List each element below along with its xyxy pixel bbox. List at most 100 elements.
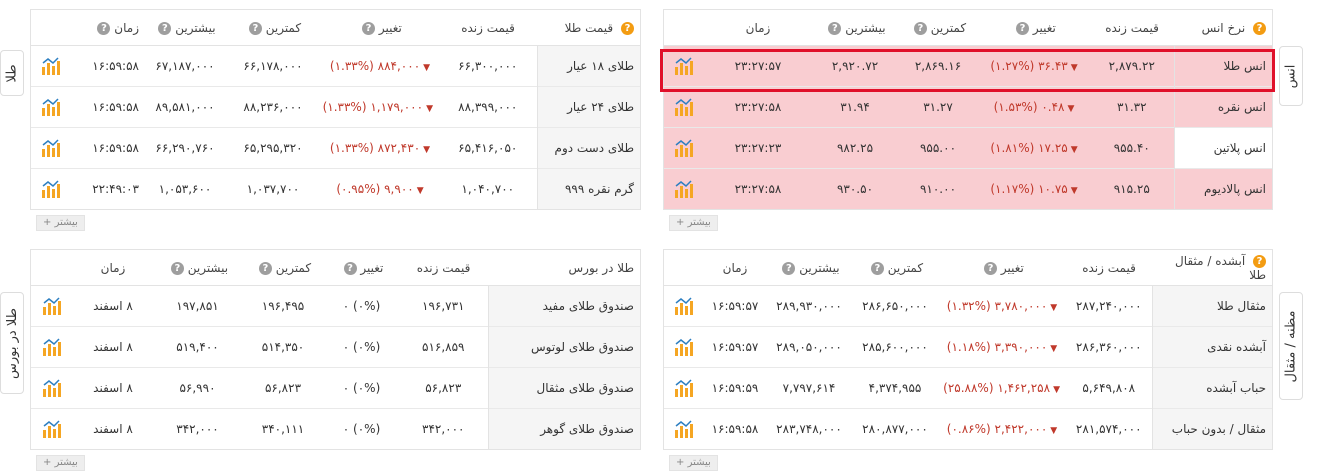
chart-icon[interactable]	[674, 57, 694, 75]
table-row[interactable]: آبشده نقدی ۲۸۶,۳۶۰,۰۰۰ ▼۳,۳۹۰,۰۰۰ (۱.۱۸%…	[664, 326, 1272, 368]
ounce-price-panel: ? نرخ انس قیمت زنده تغییر ? کمترین ? بیش…	[663, 9, 1273, 210]
more-button-bourse[interactable]: + بیشتر	[36, 455, 85, 471]
row-name[interactable]: طلای ۲۴ عیار	[536, 86, 640, 128]
row-name[interactable]: انس نقره	[1173, 86, 1272, 128]
more-button-ounce[interactable]: + بیشتر	[669, 215, 718, 231]
help-icon[interactable]: ?	[248, 21, 262, 35]
help-icon[interactable]: ?	[870, 261, 884, 275]
table-row[interactable]: صندوق طلای لوتوس ۵۱۶,۸۵۹ (۰%) ۰ ۵۱۴,۳۵۰ …	[31, 326, 640, 368]
row-chart[interactable]	[31, 46, 71, 87]
chart-icon[interactable]	[41, 57, 61, 75]
more-button-mesghal[interactable]: + بیشتر	[669, 455, 718, 471]
row-change: ▼۱,۴۶۲,۲۵۸ (۲۵.۸۸%)	[938, 367, 1066, 409]
row-name[interactable]: صندوق طلای لوتوس	[487, 326, 640, 368]
chart-icon[interactable]	[674, 98, 694, 116]
row-name[interactable]: گرم نقره ۹۹۹	[536, 168, 640, 209]
chart-icon[interactable]	[42, 379, 62, 397]
row-chart[interactable]	[31, 127, 71, 169]
table-row[interactable]: طلای ۱۸ عیار ۶۶,۳۰۰,۰۰۰ ▼۸۸۴,۰۰۰ (۱.۳۳%)…	[31, 45, 640, 87]
table-row[interactable]: انس پالادیوم ۹۱۵.۲۵ ▼۱۰.۷۵ (۱.۱۷%) ۹۱۰.۰…	[664, 168, 1272, 209]
chart-icon[interactable]	[41, 139, 61, 157]
row-chart[interactable]	[664, 326, 704, 368]
table-row[interactable]: صندوق طلای مثقال ۵۶,۸۲۳ (۰%) ۰ ۵۶,۸۲۳ ۵۶…	[31, 367, 640, 409]
row-chart[interactable]	[664, 367, 704, 409]
table-row[interactable]: انس پلاتین ۹۵۵.۴۰ ▼۱۷.۲۵ (۱.۸۱%) ۹۵۵.۰۰ …	[664, 127, 1272, 169]
help-icon[interactable]: ?	[913, 21, 927, 35]
table-row[interactable]: صندوق طلای گوهر ۳۴۲,۰۰۰ (۰%) ۰ ۳۴۰,۱۱۱ ۳…	[31, 408, 640, 449]
chevron-down-icon: ▼	[1070, 186, 1078, 196]
chart-icon[interactable]	[41, 180, 61, 198]
help-icon[interactable]: ?	[97, 21, 111, 35]
tab-mesghal[interactable]: مظنه / مثقال	[1279, 292, 1303, 400]
help-icon[interactable]: ?	[258, 261, 272, 275]
chart-icon[interactable]	[674, 180, 694, 198]
row-name[interactable]: صندوق طلای مثقال	[487, 367, 640, 409]
row-chart[interactable]	[664, 86, 704, 128]
tab-gold[interactable]: طلا	[0, 50, 24, 96]
row-low: ۵۱۴,۳۵۰	[242, 326, 324, 368]
row-chart[interactable]	[664, 408, 704, 449]
row-name[interactable]: مثقال / بدون حباب	[1151, 408, 1272, 449]
row-name[interactable]: طلای دست دوم	[536, 127, 640, 169]
row-name[interactable]: مثقال طلا	[1151, 285, 1272, 327]
chevron-down-icon: ▼	[1070, 63, 1078, 73]
help-icon[interactable]: ?	[1253, 21, 1266, 35]
chart-icon[interactable]	[42, 297, 62, 315]
chart-icon[interactable]	[42, 420, 62, 438]
table-row[interactable]: انس نقره ۳۱.۳۲ ▼۰.۴۸ (۱.۵۳%) ۳۱.۲۷ ۳۱.۹۴…	[664, 86, 1272, 128]
row-chart[interactable]	[31, 326, 73, 368]
row-name[interactable]: آبشده نقدی	[1151, 326, 1272, 368]
help-icon[interactable]: ?	[343, 261, 357, 275]
chart-icon[interactable]	[674, 379, 694, 397]
row-chart[interactable]	[664, 127, 704, 169]
chart-icon[interactable]	[674, 420, 694, 438]
table-row[interactable]: انس طلا ۲,۸۷۹.۲۲ ▼۳۶.۴۳ (۱.۲۷%) ۲,۸۶۹.۱۶…	[664, 45, 1272, 87]
chart-icon[interactable]	[674, 297, 694, 315]
row-name[interactable]: صندوق طلای گوهر	[487, 408, 640, 449]
chart-icon[interactable]	[674, 139, 694, 157]
header-chart	[664, 10, 704, 46]
tab-ounce[interactable]: انس	[1279, 46, 1303, 106]
chart-icon[interactable]	[674, 338, 694, 356]
table-row[interactable]: حباب آبشده ۵,۶۴۹,۸۰۸ ▼۱,۴۶۲,۲۵۸ (۲۵.۸۸%)…	[664, 367, 1272, 409]
help-icon[interactable]: ?	[621, 21, 634, 35]
table-row[interactable]: مثقال / بدون حباب ۲۸۱,۵۷۴,۰۰۰ ▼۲,۴۲۲,۰۰۰…	[664, 408, 1272, 449]
help-icon[interactable]: ?	[984, 261, 998, 275]
row-chart[interactable]	[31, 367, 73, 409]
row-chart[interactable]	[31, 168, 71, 209]
row-chart[interactable]	[31, 286, 73, 327]
tab-bourse[interactable]: طلا در بورس	[0, 292, 24, 394]
gold-price-table: ? قیمت طلا قیمت زنده تغییر ? کمترین ? بی…	[31, 10, 640, 209]
more-button-gold[interactable]: + بیشتر	[36, 215, 85, 231]
row-chart[interactable]	[664, 45, 704, 87]
chart-icon[interactable]	[41, 98, 61, 116]
help-icon[interactable]: ?	[1253, 254, 1266, 268]
row-chart[interactable]	[31, 86, 71, 128]
table-row[interactable]: طلای دست دوم ۶۵,۴۱۶,۰۵۰ ▼۸۷۲,۴۳۰ (۱.۳۳%)…	[31, 127, 640, 169]
row-name[interactable]: انس پالادیوم	[1173, 168, 1272, 209]
help-icon[interactable]: ?	[828, 21, 842, 35]
table-row[interactable]: طلای ۲۴ عیار ۸۸,۳۹۹,۰۰۰ ▼۱,۱۷۹,۰۰۰ (۱.۳۳…	[31, 86, 640, 128]
row-live: ۱۹۶,۷۳۱	[422, 299, 465, 313]
help-icon[interactable]: ?	[1016, 21, 1030, 35]
row-low: ۶۶,۱۷۸,۰۰۰	[243, 59, 303, 73]
row-name[interactable]: صندوق طلای مفید	[487, 285, 640, 327]
row-chart[interactable]	[664, 168, 704, 209]
help-icon[interactable]: ?	[362, 21, 376, 35]
row-chart[interactable]	[31, 408, 73, 449]
row-name[interactable]: طلای ۱۸ عیار	[536, 45, 640, 87]
table-row[interactable]: مثقال طلا ۲۸۷,۲۴۰,۰۰۰ ▼۳,۷۸۰,۰۰۰ (۱.۳۲%)…	[664, 285, 1272, 327]
row-name[interactable]: انس پلاتین	[1173, 127, 1272, 169]
chevron-down-icon: ▼	[423, 63, 431, 73]
row-name[interactable]: انس طلا	[1173, 45, 1272, 87]
help-icon[interactable]: ?	[170, 261, 184, 275]
row-name[interactable]: حباب آبشده	[1151, 367, 1272, 409]
row-chart[interactable]	[664, 286, 704, 327]
row-high: ۱,۰۵۳,۶۰۰	[145, 168, 225, 209]
help-icon[interactable]: ?	[782, 261, 796, 275]
row-low: ۱,۰۳۷,۷۰۰	[225, 168, 321, 209]
chart-icon[interactable]	[42, 338, 62, 356]
table-row[interactable]: صندوق طلای مفید ۱۹۶,۷۳۱ (۰%) ۰ ۱۹۶,۴۹۵ ۱…	[31, 285, 640, 327]
help-icon[interactable]: ?	[158, 21, 172, 35]
table-row[interactable]: گرم نقره ۹۹۹ ۱,۰۴۰,۷۰۰ ▼۹,۹۰۰ (۰.۹۵%) ۱,…	[31, 168, 640, 209]
